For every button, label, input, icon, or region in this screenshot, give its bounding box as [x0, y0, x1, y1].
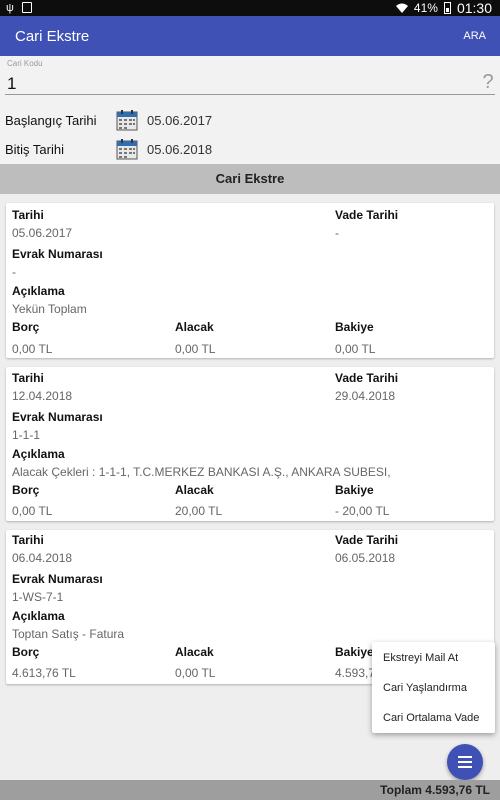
aciklama-value: Toptan Satış - Fatura [12, 627, 125, 641]
status-bar: ψ 41% 01:30 [0, 0, 500, 16]
aciklama-label: Açıklama [12, 447, 65, 461]
input-underline [5, 94, 495, 95]
borc-value: 4.613,76 TL [12, 666, 76, 680]
screenshot-icon [21, 2, 32, 13]
end-date-label: Bitiş Tarihi [5, 142, 65, 157]
vade-tarihi-label: Vade Tarihi [335, 371, 399, 385]
vade-tarihi-value: 06.05.2018 [335, 551, 396, 565]
entry-card[interactable]: Tarihi 12.04.2018 Vade Tarihi 29.04.2018… [6, 367, 494, 521]
section-header: Cari Ekstre [0, 164, 500, 194]
evrak-value: 1-1-1 [12, 428, 41, 442]
cari-kodu-label: Cari Kodu [7, 59, 43, 68]
alacak-value: 20,00 TL [175, 504, 223, 518]
borc-label: Borç [12, 645, 40, 659]
tarihi-label: Tarihi [12, 533, 44, 547]
evrak-value: 1-WS-7-1 [12, 590, 64, 604]
menu-item-average-due[interactable]: Cari Ortalama Vade [383, 712, 479, 724]
battery-icon [443, 2, 451, 14]
tarihi-label: Tarihi [12, 208, 44, 222]
wifi-icon [395, 3, 408, 13]
alacak-label: Alacak [175, 483, 214, 497]
vade-tarihi-label: Vade Tarihi [335, 533, 399, 547]
start-date-value[interactable]: 05.06.2017 [147, 113, 212, 128]
bakiye-label: Bakiye [335, 320, 374, 334]
search-button[interactable]: ARA [463, 30, 486, 42]
usb-icon: ψ [6, 2, 14, 14]
end-date-value[interactable]: 05.06.2018 [147, 142, 212, 157]
tarihi-value: 12.04.2018 [12, 389, 73, 403]
alacak-value: 0,00 TL [175, 666, 216, 680]
vade-tarihi-value: 29.04.2018 [335, 389, 396, 403]
start-date-label: Başlangıç Tarihi [5, 113, 97, 128]
end-date-row: Bitiş Tarihi 05.06.2018 [0, 137, 500, 161]
cari-kodu-input[interactable]: 1 [7, 74, 16, 94]
menu-item-mail[interactable]: Ekstreyi Mail At [383, 652, 458, 664]
app-bar: Cari Ekstre ARA [0, 16, 500, 56]
vade-tarihi-label: Vade Tarihi [335, 208, 399, 222]
aciklama-value: Alacak Çekleri : 1-1-1, T.C.MERKEZ BANKA… [12, 465, 391, 479]
evrak-label: Evrak Numarası [12, 410, 103, 424]
tarihi-value: 06.04.2018 [12, 551, 73, 565]
aciklama-value: Yekün Toplam [12, 302, 87, 316]
aciklama-label: Açıklama [12, 284, 65, 298]
bakiye-value: 0,00 TL [335, 342, 376, 356]
total-bar: Toplam 4.593,76 TL [0, 780, 500, 800]
start-date-row: Başlangıç Tarihi 05.06.2017 [0, 108, 500, 132]
bakiye-label: Bakiye [335, 483, 374, 497]
alacak-value: 0,00 TL [175, 342, 216, 356]
evrak-label: Evrak Numarası [12, 572, 103, 586]
borc-value: 0,00 TL [12, 342, 53, 356]
borc-value: 0,00 TL [12, 504, 53, 518]
options-menu: Ekstreyi Mail At Cari Yaşlandırma Cari O… [372, 642, 495, 733]
evrak-value: - [12, 265, 16, 279]
tarihi-value: 05.06.2017 [12, 226, 73, 240]
question-mark-icon[interactable]: ? [481, 72, 495, 92]
total-amount: Toplam 4.593,76 TL [380, 783, 490, 797]
menu-item-aging[interactable]: Cari Yaşlandırma [383, 682, 467, 694]
entry-card[interactable]: Tarihi 05.06.2017 Vade Tarihi - Evrak Nu… [6, 203, 494, 358]
alacak-label: Alacak [175, 320, 214, 334]
aciklama-label: Açıklama [12, 609, 65, 623]
clock: 01:30 [456, 0, 492, 16]
vade-tarihi-value: - [335, 226, 339, 240]
borc-label: Borç [12, 320, 40, 334]
tarihi-label: Tarihi [12, 371, 44, 385]
page-title: Cari Ekstre [15, 28, 90, 45]
calendar-icon[interactable] [116, 109, 138, 131]
evrak-label: Evrak Numarası [12, 247, 103, 261]
bakiye-label: Bakiye [335, 645, 374, 659]
alacak-label: Alacak [175, 645, 214, 659]
menu-fab-button[interactable] [447, 744, 483, 780]
borc-label: Borç [12, 483, 40, 497]
filter-form: Cari Kodu 1 ? Başlangıç Tarihi 05.06.201… [0, 56, 500, 164]
bakiye-value: - 20,00 TL [335, 504, 390, 518]
calendar-icon[interactable] [116, 138, 138, 160]
battery-percent: 41% [413, 1, 438, 15]
